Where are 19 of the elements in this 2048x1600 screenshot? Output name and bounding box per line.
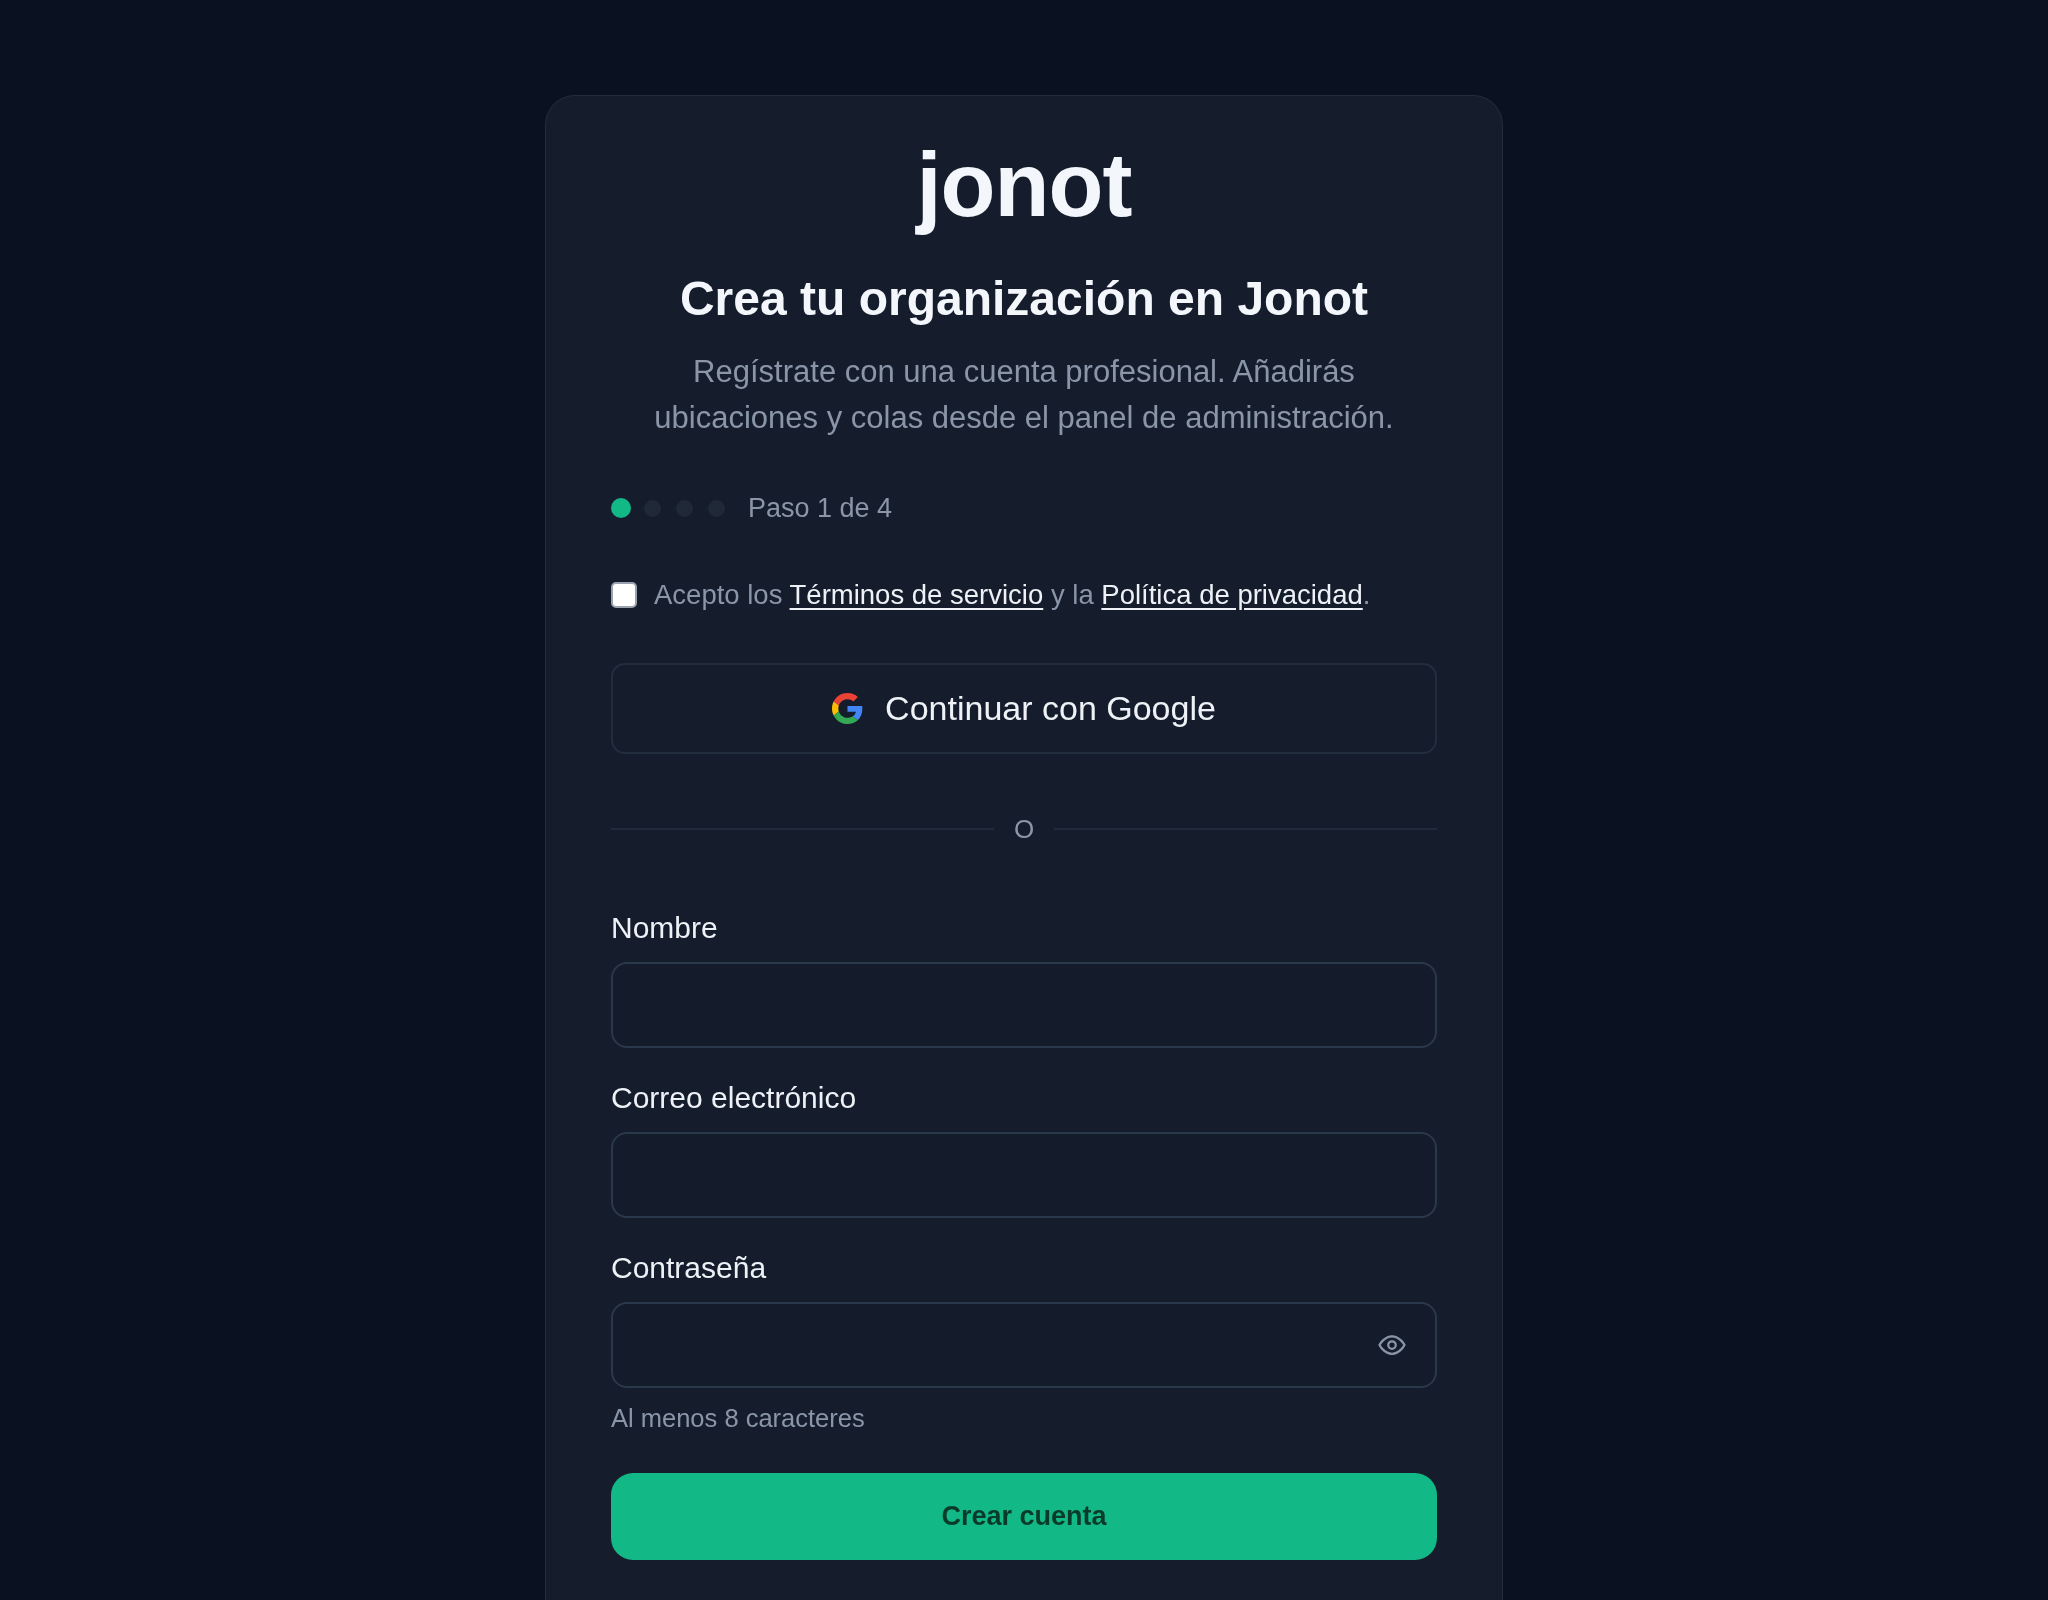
google-button[interactable]: Continuar con Google — [611, 663, 1437, 754]
page-heading: Crea tu organización en Jonot — [678, 271, 1370, 327]
terms-text: Acepto los Términos de servicio y la Política de privacidad. — [654, 578, 1371, 612]
field-label: Contraseña — [611, 1251, 767, 1285]
subtitle-text: Regístrate con una cuenta profesional. Añadirás ubicaciones y colas desde el panel de administración. — [653, 353, 1395, 437]
name-input[interactable] — [611, 962, 1437, 1048]
logo: jonot — [914, 134, 1133, 237]
password-input[interactable] — [611, 1302, 1437, 1388]
create-account-button[interactable]: Crear cuenta — [611, 1473, 1437, 1560]
terms-link[interactable]: Términos de servicio — [789, 579, 1044, 610]
checkbox[interactable] — [611, 582, 637, 608]
field-label: Nombre — [611, 911, 718, 945]
terms-link[interactable]: Política de privacidad — [1101, 579, 1363, 610]
email-input[interactable] — [611, 1132, 1437, 1218]
field-label: Correo electrónico — [611, 1081, 857, 1115]
field-hint: Al menos 8 caracteres — [611, 1403, 865, 1433]
google-logo-icon — [832, 693, 864, 724]
step-label: Paso 1 de 4 — [748, 493, 893, 523]
divider-text: O — [1013, 813, 1035, 846]
